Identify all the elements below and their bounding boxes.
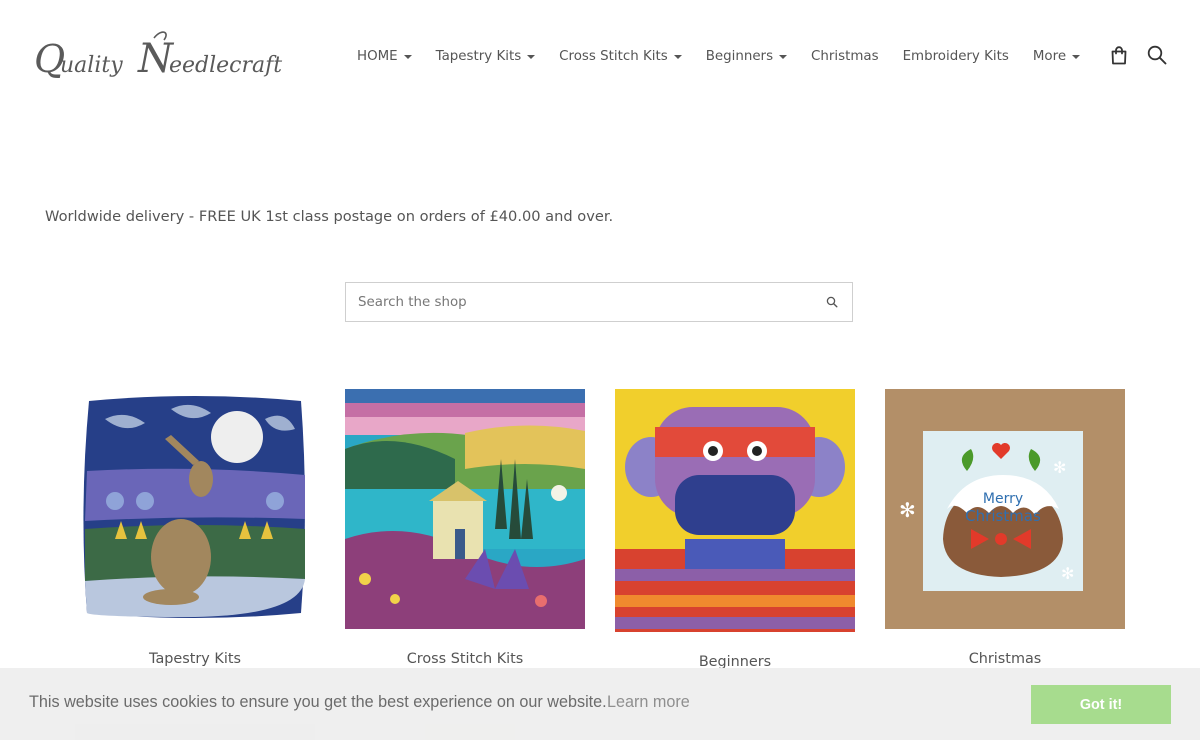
category-card-cross-stitch-kits[interactable]: Cross Stitch Kits xyxy=(345,389,585,669)
site-header: Q uality N eedlecraft HOME Tapestry Kits… xyxy=(0,0,1200,112)
shop-search-input[interactable] xyxy=(358,283,818,321)
svg-text:Merry: Merry xyxy=(983,491,1023,507)
svg-text:✻: ✻ xyxy=(1053,458,1066,477)
category-label[interactable]: Tapestry Kits xyxy=(75,651,315,667)
category-image-christmas[interactable]: Merry Christmas ✻ ✻ ✻ xyxy=(885,389,1125,629)
nav-item-beginners[interactable]: Beginners xyxy=(705,48,788,64)
category-card-tapestry-kits[interactable]: Tapestry Kits xyxy=(75,389,315,669)
shop-search-box xyxy=(345,282,853,322)
svg-text:✻: ✻ xyxy=(1061,564,1074,583)
shopping-bag-icon xyxy=(1111,45,1127,64)
nav-item-tapestry-kits[interactable]: Tapestry Kits xyxy=(436,49,536,64)
caret-down-icon xyxy=(1072,54,1081,59)
nav-item-label: HOME xyxy=(357,48,398,64)
search-icon xyxy=(1147,45,1167,65)
quality-needlecraft-logo[interactable]: Q uality N eedlecraft xyxy=(34,28,296,86)
sock-monkey-image xyxy=(615,389,855,632)
category-label[interactable]: Cross Stitch Kits xyxy=(345,651,585,667)
main-nav: HOME Tapestry Kits Cross Stitch Kits Beg… xyxy=(357,46,1104,66)
cookie-banner: This website uses cookies to ensure you … xyxy=(0,668,1200,740)
cart-button[interactable] xyxy=(1108,44,1130,66)
nav-item-label: More xyxy=(1032,48,1067,64)
category-image-beginners[interactable] xyxy=(615,389,855,632)
category-image-tapestry-kits[interactable] xyxy=(75,389,315,629)
nav-item-more[interactable]: More xyxy=(1032,48,1081,64)
nav-item-embroidery-kits[interactable]: Embroidery Kits xyxy=(903,49,1009,64)
nav-item-cross-stitch-kits[interactable]: Cross Stitch Kits xyxy=(559,49,682,64)
caret-down-icon xyxy=(527,54,536,59)
svg-text:Christmas: Christmas xyxy=(965,507,1041,525)
caret-down-icon xyxy=(673,54,682,59)
svg-text:uality: uality xyxy=(60,53,123,78)
caret-down-icon xyxy=(403,54,412,59)
coastal-landscape-image xyxy=(345,389,585,629)
delivery-notice: Worldwide delivery - FREE UK 1st class p… xyxy=(45,208,614,225)
nav-item-label: Embroidery Kits xyxy=(902,48,1009,64)
hare-moon-cushion-image xyxy=(75,389,315,629)
nav-item-label: Christmas xyxy=(811,48,879,64)
nav-item-label: Cross Stitch Kits xyxy=(559,48,668,64)
header-search-button[interactable] xyxy=(1146,44,1168,66)
nav-item-christmas[interactable]: Christmas xyxy=(811,49,879,64)
category-card-beginners[interactable]: Beginners xyxy=(615,389,855,670)
nav-item-label: Tapestry Kits xyxy=(435,48,522,64)
category-card-christmas[interactable]: Merry Christmas ✻ ✻ ✻ Christmas xyxy=(885,389,1125,669)
caret-down-icon xyxy=(779,54,788,59)
svg-text:eedlecraft: eedlecraft xyxy=(169,53,282,78)
category-label[interactable]: Christmas xyxy=(885,651,1125,667)
learn-more-link[interactable]: Learn more xyxy=(607,693,690,712)
search-icon[interactable] xyxy=(826,296,838,308)
cookie-message: This website uses cookies to ensure you … xyxy=(29,693,607,711)
christmas-pudding-card-image: Merry Christmas ✻ ✻ ✻ xyxy=(885,389,1125,629)
category-image-cross-stitch-kits[interactable] xyxy=(345,389,585,629)
nav-item-label: Beginners xyxy=(705,48,774,64)
accept-cookies-button[interactable]: Got it! xyxy=(1031,685,1171,724)
nav-item-home[interactable]: HOME xyxy=(357,49,412,64)
svg-text:✻: ✻ xyxy=(899,498,916,522)
